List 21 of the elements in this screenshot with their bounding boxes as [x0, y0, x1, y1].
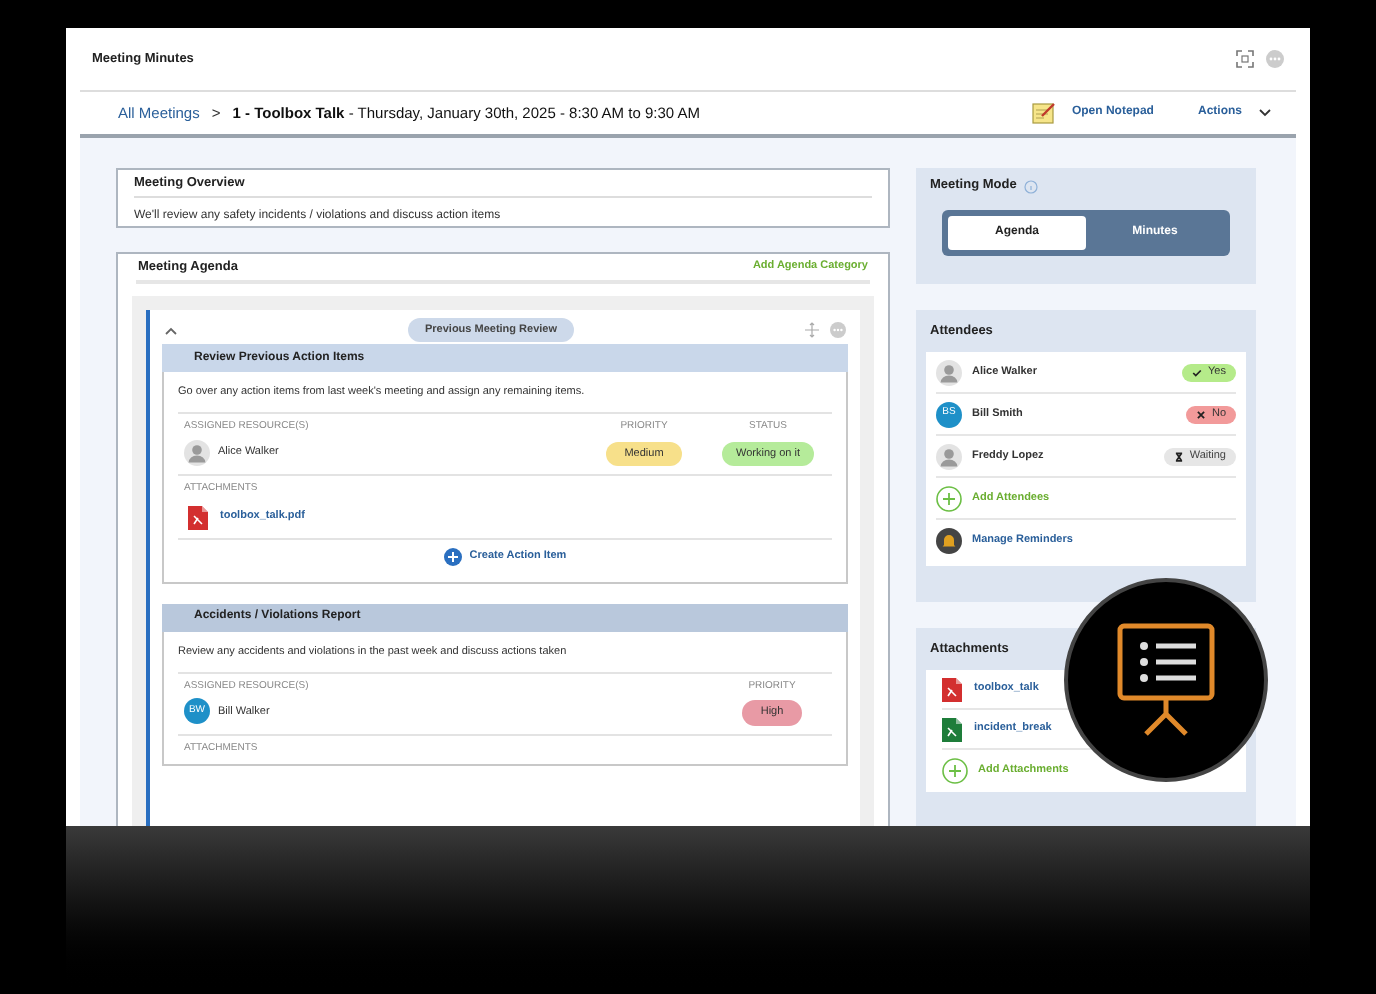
- pdf-file-icon: [188, 505, 208, 529]
- chevron-down-icon: [1258, 108, 1272, 118]
- expand-icon[interactable]: [1236, 50, 1254, 68]
- person-silhouette-icon: [936, 443, 962, 469]
- notepad-icon: [1031, 102, 1056, 124]
- chevron-up-icon[interactable]: [164, 325, 178, 335]
- drag-handle-icon[interactable]: [804, 322, 820, 338]
- more-options-icon[interactable]: [1266, 50, 1284, 68]
- cross-icon: [1195, 409, 1206, 419]
- pdf-file-icon: [942, 677, 962, 701]
- bell-icon: [936, 528, 962, 554]
- check-icon: [1192, 367, 1203, 377]
- plus-circle-icon: [936, 485, 962, 511]
- person-silhouette-icon: [936, 359, 962, 385]
- plus-circle-icon: [942, 758, 968, 784]
- spreadsheet-file-icon: [942, 717, 962, 741]
- plus-circle-icon: [443, 547, 462, 565]
- hourglass-icon: [1173, 451, 1184, 461]
- info-icon[interactable]: [1024, 179, 1039, 193]
- more-options-icon[interactable]: [830, 322, 846, 338]
- person-silhouette-icon: [184, 439, 210, 466]
